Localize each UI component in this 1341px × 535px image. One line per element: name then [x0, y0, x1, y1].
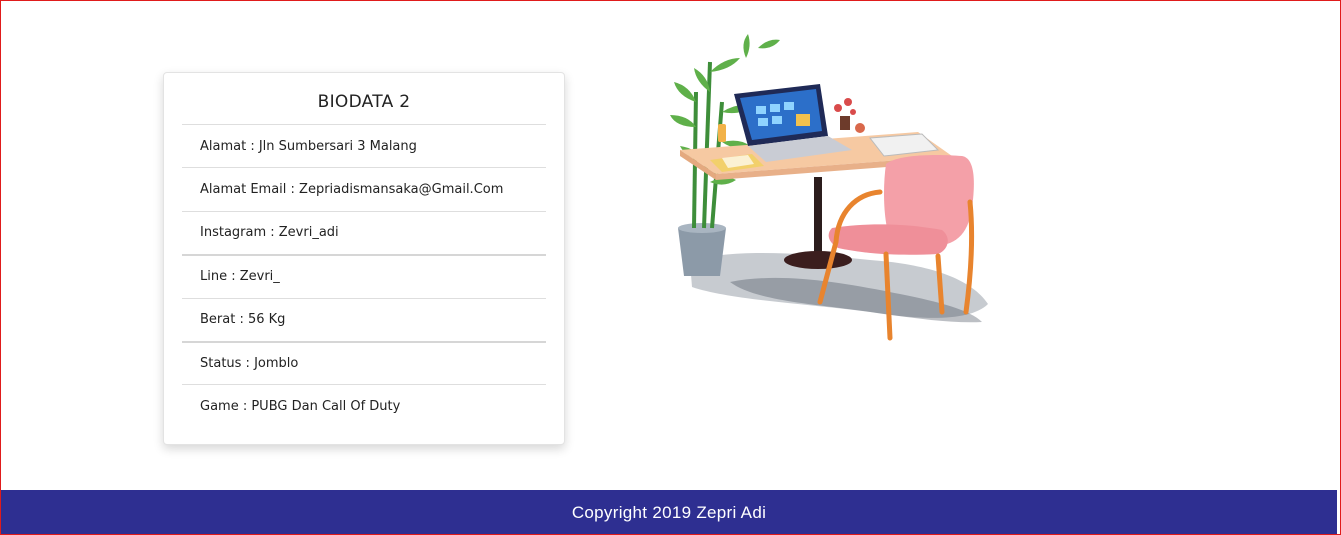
copyright-text: Copyright 2019 Zepri Adi	[571, 502, 767, 522]
card-title: BIODATA 2	[317, 92, 411, 112]
list-item-line: Line : Zevri_	[182, 254, 546, 297]
desk-workspace-illustration	[670, 34, 988, 341]
list-item-email: Alamat Email : Zepriadismansaka@Gmail.Co…	[182, 167, 546, 210]
list-item-alamat: Alamat : Jln Sumbersari 3 Malang	[182, 124, 546, 167]
list-item-instagram: Instagram : Zevri_adi	[182, 210, 546, 254]
biodata-card: BIODATA 2 Alamat : Jln Sumbersari 3 Mala…	[163, 72, 565, 445]
list-item-game: Game : PUBG Dan Call Of Duty	[182, 384, 546, 427]
list-item-status: Status : Jomblo	[182, 340, 546, 384]
footer: Copyright 2019 Zepri Adi	[1, 490, 1337, 535]
biodata-list: Alamat : Jln Sumbersari 3 Malang Alamat …	[182, 124, 546, 428]
list-item-berat: Berat : 56 Kg	[182, 297, 546, 341]
